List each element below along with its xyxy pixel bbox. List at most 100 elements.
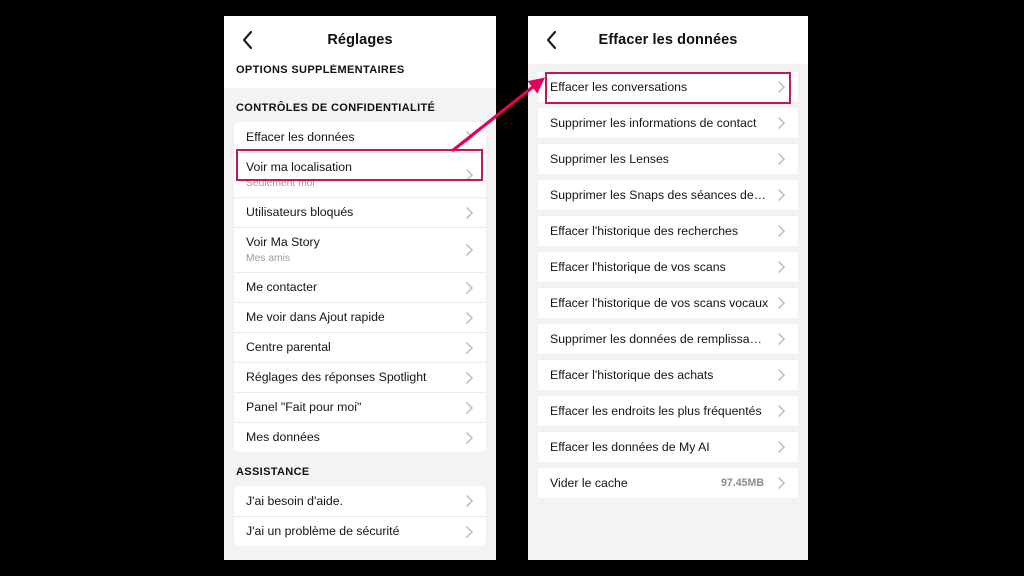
list-item-label: Supprimer les Lenses bbox=[550, 151, 669, 166]
chevron-right-icon bbox=[774, 224, 788, 238]
sidebar-item-mes-donnees[interactable]: Mes données bbox=[234, 422, 486, 452]
list-item-label: Effacer l'historique de vos scans vocaux bbox=[550, 295, 769, 310]
chevron-right-icon bbox=[774, 296, 788, 310]
left-nav-header: Réglages bbox=[224, 16, 496, 64]
list-item-effacer-historique-scans-vocaux[interactable]: Effacer l'historique de vos scans vocaux bbox=[538, 288, 798, 318]
chevron-right-icon bbox=[774, 476, 788, 490]
chevron-right-icon bbox=[774, 116, 788, 130]
list-item-supprimer-snaps-seances[interactable]: Supprimer les Snaps des séances de… bbox=[538, 180, 798, 210]
section-title-privacy: CONTRÔLES DE CONFIDENTIALITÉ bbox=[236, 102, 436, 114]
list-item-card: Effacer les données de My AI bbox=[538, 432, 798, 462]
chevron-right-icon bbox=[462, 206, 476, 220]
chevron-right-icon bbox=[462, 401, 476, 415]
row-text: Supprimer les informations de contact bbox=[550, 115, 774, 132]
sidebar-item-jai-besoin-daide[interactable]: J'ai besoin d'aide. bbox=[234, 486, 486, 516]
chevron-right-icon bbox=[462, 130, 476, 144]
chevron-right-icon bbox=[462, 168, 476, 182]
row-text: Mes données bbox=[246, 429, 462, 446]
list-item-effacer-historique-scans[interactable]: Effacer l'historique de vos scans bbox=[538, 252, 798, 282]
list-item-supprimer-donnees-remplissage[interactable]: Supprimer les données de remplissa… bbox=[538, 324, 798, 354]
list-item-card: Effacer les conversations bbox=[538, 72, 798, 102]
list-item-label: Effacer les données de My AI bbox=[550, 439, 710, 454]
row-text: Effacer les données bbox=[246, 129, 462, 146]
list-item-sublabel: Seulement moi bbox=[246, 178, 315, 189]
row-text: Effacer l'historique des achats bbox=[550, 367, 774, 384]
list-item-card: Supprimer les Snaps des séances de… bbox=[538, 180, 798, 210]
list-item-label: Panel "Fait pour moi" bbox=[246, 400, 362, 414]
left-phone-screen: Réglages OPTIONS SUPPLÉMENTAIRES CONTRÔL… bbox=[224, 16, 496, 560]
chevron-right-icon bbox=[462, 311, 476, 325]
list-item-effacer-donnees-my-ai[interactable]: Effacer les données de My AI bbox=[538, 432, 798, 462]
sidebar-item-reglages-reponses-spotlight[interactable]: Réglages des réponses Spotlight bbox=[234, 362, 486, 392]
left-page-title: Réglages bbox=[327, 32, 393, 48]
right-page-title: Effacer les données bbox=[598, 32, 738, 48]
list-item-supprimer-informations-contact[interactable]: Supprimer les informations de contact bbox=[538, 108, 798, 138]
sidebar-item-me-contacter[interactable]: Me contacter bbox=[234, 272, 486, 302]
list-item-label: Effacer l'historique de vos scans bbox=[550, 259, 726, 274]
list-item-supprimer-les-lenses[interactable]: Supprimer les Lenses bbox=[538, 144, 798, 174]
row-text: Supprimer les Snaps des séances de… bbox=[550, 187, 774, 204]
list-item-card: Effacer l'historique de vos scans bbox=[538, 252, 798, 282]
chevron-right-icon bbox=[462, 431, 476, 445]
sidebar-item-panel-fait-pour-moi[interactable]: Panel "Fait pour moi" bbox=[234, 392, 486, 422]
sidebar-item-probleme-securite[interactable]: J'ai un problème de sécurité bbox=[234, 516, 486, 546]
section-title-assistance: ASSISTANCE bbox=[236, 466, 310, 478]
row-text: Voir ma localisation Seulement moi bbox=[246, 159, 462, 191]
row-text: Panel "Fait pour moi" bbox=[246, 399, 462, 416]
chevron-right-icon bbox=[462, 494, 476, 508]
list-item-card: Supprimer les Lenses bbox=[538, 144, 798, 174]
back-chevron-icon[interactable] bbox=[236, 29, 258, 51]
screenshot-stage: Réglages OPTIONS SUPPLÉMENTAIRES CONTRÔL… bbox=[0, 0, 1024, 576]
sidebar-item-voir-ma-story[interactable]: Voir Ma Story Mes amis bbox=[234, 227, 486, 272]
left-panel-body[interactable]: CONTRÔLES DE CONFIDENTIALITÉ Effacer les… bbox=[224, 88, 496, 558]
list-item-card: Effacer l'historique de vos scans vocaux bbox=[538, 288, 798, 318]
back-chevron-icon[interactable] bbox=[540, 29, 562, 51]
list-item-label: Effacer les conversations bbox=[550, 79, 688, 94]
row-text: Utilisateurs bloqués bbox=[246, 204, 462, 221]
list-item-effacer-les-conversations[interactable]: Effacer les conversations bbox=[538, 72, 798, 102]
list-item-effacer-endroits-frequentes[interactable]: Effacer les endroits les plus fréquentés bbox=[538, 396, 798, 426]
list-item-label: Voir ma localisation bbox=[246, 160, 352, 174]
row-text: Supprimer les données de remplissa… bbox=[550, 331, 774, 348]
chevron-right-icon bbox=[462, 341, 476, 355]
row-text: Effacer les endroits les plus fréquentés bbox=[550, 403, 774, 420]
row-text: Effacer les données de My AI bbox=[550, 439, 774, 456]
sidebar-item-voir-ma-localisation[interactable]: Voir ma localisation Seulement moi bbox=[234, 152, 486, 197]
chevron-right-icon bbox=[774, 260, 788, 274]
list-item-effacer-historique-recherches[interactable]: Effacer l'historique des recherches bbox=[538, 216, 798, 246]
list-item-label: J'ai besoin d'aide. bbox=[246, 493, 343, 508]
right-panel-body[interactable]: Effacer les conversations Supprimer les … bbox=[528, 64, 808, 560]
chevron-right-icon bbox=[774, 152, 788, 166]
row-text: Me voir dans Ajout rapide bbox=[246, 309, 462, 326]
chevron-right-icon bbox=[774, 332, 788, 346]
right-nav-header: Effacer les données bbox=[528, 16, 808, 64]
row-text: J'ai besoin d'aide. bbox=[246, 493, 462, 510]
sidebar-item-effacer-les-donnees[interactable]: Effacer les données bbox=[234, 122, 486, 152]
row-text: Effacer l'historique des recherches bbox=[550, 223, 774, 240]
list-item-label: Effacer les endroits les plus fréquentés bbox=[550, 403, 762, 418]
list-item-vider-le-cache[interactable]: Vider le cache 97.45MB bbox=[538, 468, 798, 498]
list-item-label: Supprimer les données de remplissa… bbox=[550, 331, 762, 346]
list-item-label: Effacer les données bbox=[246, 129, 355, 144]
sidebar-item-me-voir-dans-ajout-rapide[interactable]: Me voir dans Ajout rapide bbox=[234, 302, 486, 332]
list-item-label: Utilisateurs bloqués bbox=[246, 205, 354, 219]
privacy-settings-card: Effacer les données Voir ma localisation… bbox=[234, 122, 486, 452]
list-item-label: Effacer l'historique des recherches bbox=[550, 223, 739, 238]
sidebar-item-utilisateurs-bloques[interactable]: Utilisateurs bloqués bbox=[234, 197, 486, 227]
sidebar-item-centre-parental[interactable]: Centre parental bbox=[234, 332, 486, 362]
list-item-label: J'ai un problème de sécurité bbox=[246, 524, 400, 538]
list-item-label: Vider le cache bbox=[550, 475, 628, 490]
chevron-right-icon bbox=[774, 188, 788, 202]
right-phone-screen: Effacer les données Effacer les conversa… bbox=[528, 16, 808, 560]
row-text: Effacer les conversations bbox=[550, 79, 774, 96]
chevron-right-icon bbox=[462, 371, 476, 385]
row-text: Voir Ma Story Mes amis bbox=[246, 234, 462, 266]
row-text: Réglages des réponses Spotlight bbox=[246, 369, 462, 386]
assistance-card: J'ai besoin d'aide. J'ai un problème de … bbox=[234, 486, 486, 546]
chevron-right-icon bbox=[774, 440, 788, 454]
cache-size-value: 97.45MB bbox=[721, 477, 764, 489]
row-text: Effacer l'historique de vos scans bbox=[550, 259, 774, 276]
list-item-card: Vider le cache 97.45MB bbox=[538, 468, 798, 498]
list-item-effacer-historique-achats[interactable]: Effacer l'historique des achats bbox=[538, 360, 798, 390]
list-item-label: Effacer l'historique des achats bbox=[550, 367, 714, 382]
